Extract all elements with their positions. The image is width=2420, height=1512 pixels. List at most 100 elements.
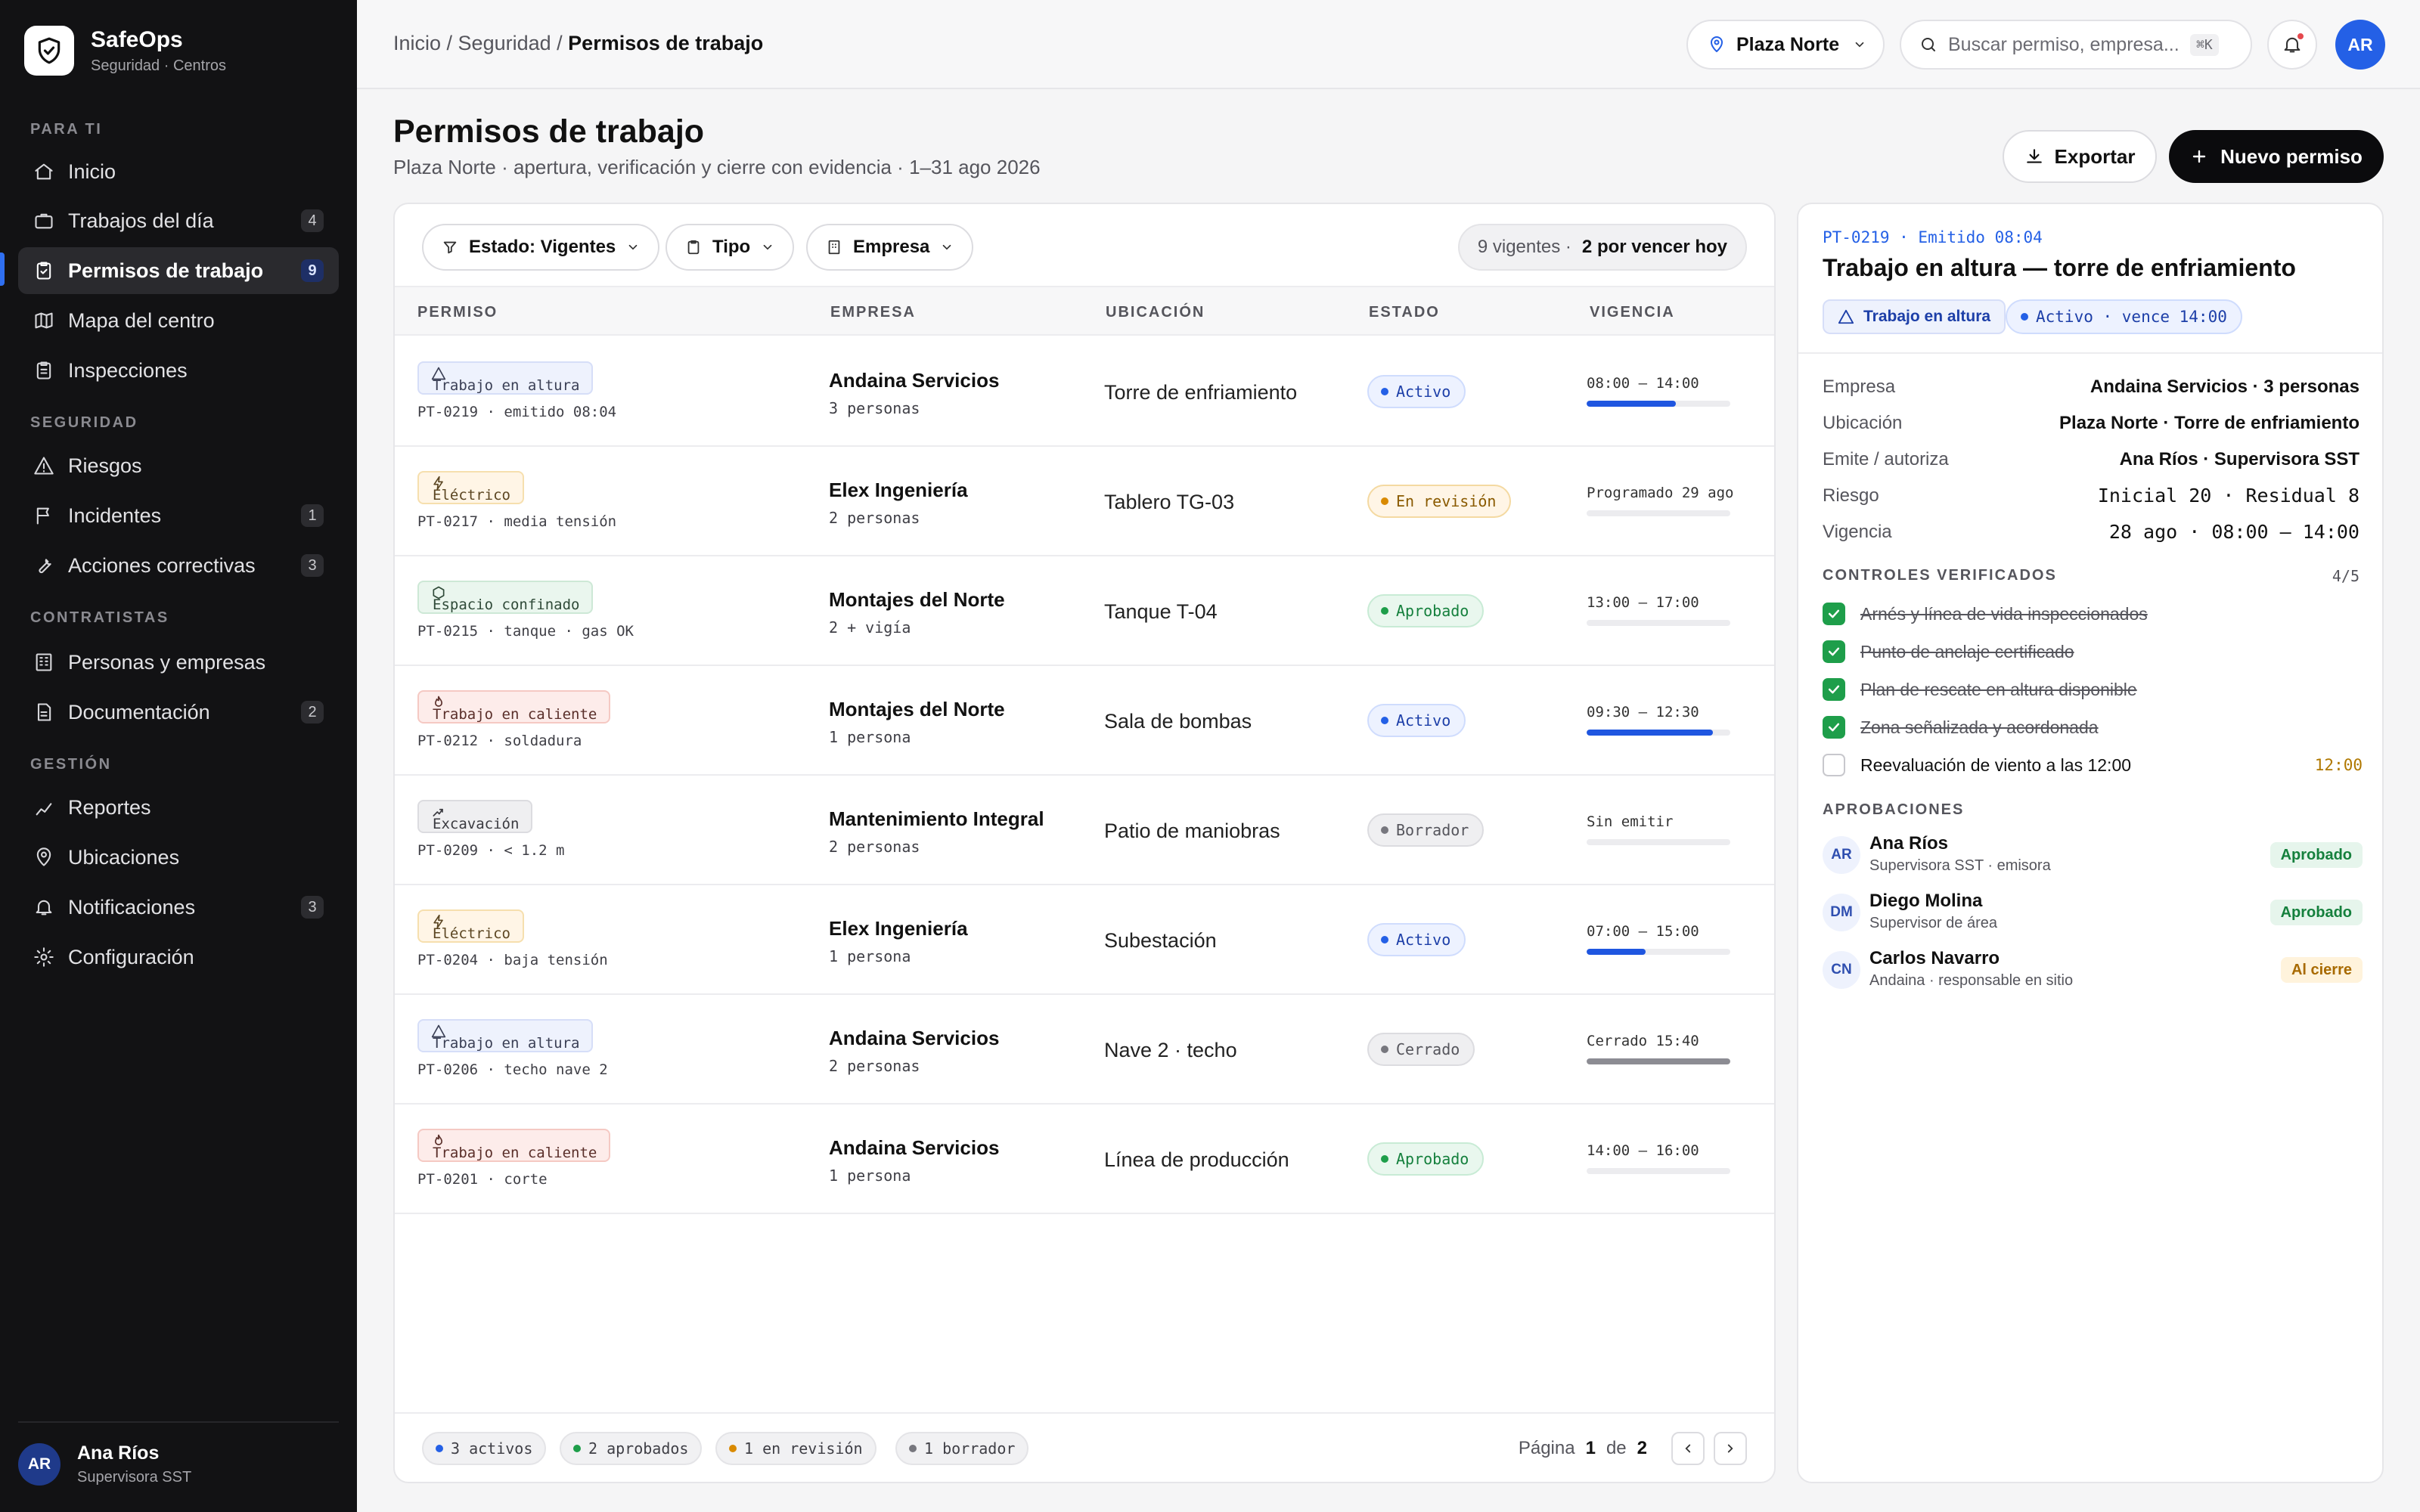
company-name: Elex Ingeniería	[829, 479, 968, 501]
sidebar-user[interactable]: AR Ana Ríos Supervisora SST	[18, 1421, 339, 1486]
location-select[interactable]: Plaza Norte	[1686, 20, 1885, 70]
search-input[interactable]	[1948, 33, 2190, 56]
approval-item[interactable]: CN Carlos Navarro Andaina · responsable …	[1823, 948, 2363, 993]
filter-tipo[interactable]: Tipo	[666, 224, 795, 271]
search-box[interactable]: ⌘K	[1900, 20, 2252, 70]
breadcrumb-seguridad[interactable]: Seguridad	[458, 32, 551, 54]
control-item[interactable]: Reevaluación de viento a las 12:00 12:00	[1823, 750, 2363, 780]
approver-role: Supervisora SST · emisora	[1869, 857, 2051, 874]
sidebar-item-reportes[interactable]: Reportes	[18, 784, 339, 831]
sidebar-item-label: Ubicaciones	[68, 845, 180, 869]
pagination: Página 1 de 2	[1519, 1432, 1747, 1465]
next-page-button[interactable]	[1714, 1432, 1747, 1465]
brand[interactable]: SafeOps Seguridad · Centros	[24, 26, 226, 76]
export-label: Exportar	[2054, 144, 2136, 168]
control-item[interactable]: Plan de rescate en altura disponible	[1823, 674, 2363, 705]
count-pill-en-revision[interactable]: 1 en revisión	[715, 1432, 876, 1465]
new-permit-button[interactable]: Nuevo permiso	[2169, 130, 2384, 183]
permit-type-label: Trabajo en altura	[433, 1035, 580, 1052]
filter-empresa[interactable]: Empresa	[806, 224, 974, 271]
count-pill-aprobados[interactable]: 2 aprobados	[560, 1432, 703, 1465]
breadcrumb-inicio[interactable]: Inicio	[393, 32, 441, 54]
permit-type-label: Trabajo en caliente	[433, 1145, 597, 1161]
table-row[interactable]: Trabajo en caliente PT-0201 · corte Andain…	[395, 1105, 1774, 1214]
controls-title: CONTROLES VERIFICADOS	[1823, 567, 2057, 584]
sidebar-item-mapa-del-centro[interactable]: Mapa del centro	[18, 297, 339, 344]
column-header-vigencia[interactable]: VIGENCIA	[1590, 304, 1675, 321]
plus-icon	[2192, 150, 2206, 163]
permit-id: PT-0217 · media tensión	[417, 513, 617, 530]
status-dot	[1381, 607, 1388, 615]
sidebar-item-permisos-de-trabajo[interactable]: Permisos de trabajo 9	[18, 247, 339, 294]
status-badge: Aprobado	[1367, 1142, 1485, 1176]
count-pill-borrador[interactable]: 1 borrador	[895, 1432, 1029, 1465]
table-row[interactable]: Trabajo en altura PT-0219 · emitido 08:04…	[395, 337, 1774, 447]
validity-text: 14:00 – 16:00	[1587, 1142, 1699, 1159]
validity-text: 07:00 – 15:00	[1587, 923, 1699, 940]
chevron-down-icon	[628, 244, 638, 250]
checkbox-checked[interactable]	[1823, 603, 1845, 625]
validity-text: 09:30 – 12:30	[1587, 704, 1699, 720]
sidebar-item-riesgos[interactable]: Riesgos	[18, 442, 339, 489]
approval-item[interactable]: AR Ana Ríos Supervisora SST · emisora Ap…	[1823, 833, 2363, 878]
column-header-estado[interactable]: ESTADO	[1369, 304, 1440, 321]
count-pill-activos[interactable]: 3 activos	[422, 1432, 547, 1465]
filter-estado[interactable]: Estado: Vigentes	[422, 224, 660, 271]
column-header-ubicacion[interactable]: UBICACIÓN	[1106, 304, 1205, 321]
status-dot	[1381, 717, 1388, 724]
status-dot	[909, 1445, 917, 1452]
building-icon	[828, 240, 840, 255]
sidebar-item-ubicaciones[interactable]: Ubicaciones	[18, 834, 339, 881]
sidebar-item-trabajos-del-dia[interactable]: Trabajos del día 4	[18, 197, 339, 244]
sidebar-item-incidentes[interactable]: Incidentes 1	[18, 492, 339, 539]
count-label: 1 en revisión	[744, 1439, 863, 1458]
approval-item[interactable]: DM Diego Molina Supervisor de área Aprob…	[1823, 891, 2363, 936]
export-button[interactable]: Exportar	[2003, 130, 2157, 183]
table-row[interactable]: Espacio confinado PT-0215 · tanque · gas …	[395, 556, 1774, 666]
prev-page-button[interactable]	[1671, 1432, 1705, 1465]
sidebar-item-personas-y-empresas[interactable]: Personas y empresas	[18, 639, 339, 686]
checkbox-checked[interactable]	[1823, 678, 1845, 701]
hexagon-icon	[433, 586, 445, 600]
notifications-button[interactable]	[2267, 20, 2317, 70]
sidebar-item-configuracion[interactable]: Configuración	[18, 934, 339, 981]
status-label: Activo	[1396, 931, 1451, 949]
field-key-emite: Emite / autoriza	[1823, 449, 1949, 469]
approver-role: Supervisor de área	[1869, 915, 1997, 931]
sidebar-item-acciones-correctivas[interactable]: Acciones correctivas 3	[18, 542, 339, 589]
status-badge: En revisión	[1367, 485, 1512, 518]
field-value-empresa: Andaina Servicios · 3 personas	[2090, 376, 2360, 397]
company-people: 1 persona	[829, 728, 911, 746]
checkbox-checked[interactable]	[1823, 716, 1845, 739]
building-icon	[36, 653, 52, 671]
nav-section-seguridad: SEGURIDAD	[30, 414, 138, 431]
column-header-permiso[interactable]: PERMISO	[417, 304, 498, 321]
table-row[interactable]: Excavación PT-0209 · < 1.2 m Mantenimiento…	[395, 776, 1774, 885]
table-row[interactable]: Trabajo en altura PT-0206 · techo nave 2 A…	[395, 995, 1774, 1105]
sidebar-item-inicio[interactable]: Inicio	[18, 148, 339, 195]
sidebar-item-inspecciones[interactable]: Inspecciones	[18, 347, 339, 394]
table-row[interactable]: Eléctrico PT-0217 · media tensión Elex Ing…	[395, 447, 1774, 556]
validity-progress	[1587, 1168, 1730, 1174]
sidebar-item-label: Mapa del centro	[68, 308, 215, 332]
filter-tipo-label: Tipo	[712, 237, 751, 257]
checkbox-unchecked[interactable]	[1823, 754, 1845, 776]
control-item[interactable]: Arnés y línea de vida inspeccionados	[1823, 599, 2363, 629]
control-item[interactable]: Punto de anclaje certificado	[1823, 637, 2363, 667]
status-label: Aprobado	[1396, 1150, 1469, 1168]
table-row[interactable]: Trabajo en caliente PT-0212 · soldadura Mo…	[395, 666, 1774, 776]
gear-icon	[34, 947, 54, 967]
company-name: Mantenimiento Integral	[829, 807, 1044, 830]
permit-type-tag: Trabajo en altura	[417, 1019, 594, 1052]
sidebar-item-notificaciones[interactable]: Notificaciones 3	[18, 884, 339, 931]
sidebar-item-documentacion[interactable]: Documentación 2	[18, 689, 339, 736]
control-item[interactable]: Zona señalizada y acordonada	[1823, 712, 2363, 742]
company-people: 2 personas	[829, 509, 920, 527]
avatar[interactable]: AR	[2335, 20, 2385, 70]
company-people: 2 personas	[829, 1057, 920, 1075]
table-row[interactable]: Eléctrico PT-0204 · baja tensión Elex Inge…	[395, 885, 1774, 995]
column-header-empresa[interactable]: EMPRESA	[830, 304, 916, 321]
checkbox-checked[interactable]	[1823, 640, 1845, 663]
company-name: Andaina Servicios	[829, 369, 1000, 392]
active-indicator	[0, 253, 5, 286]
